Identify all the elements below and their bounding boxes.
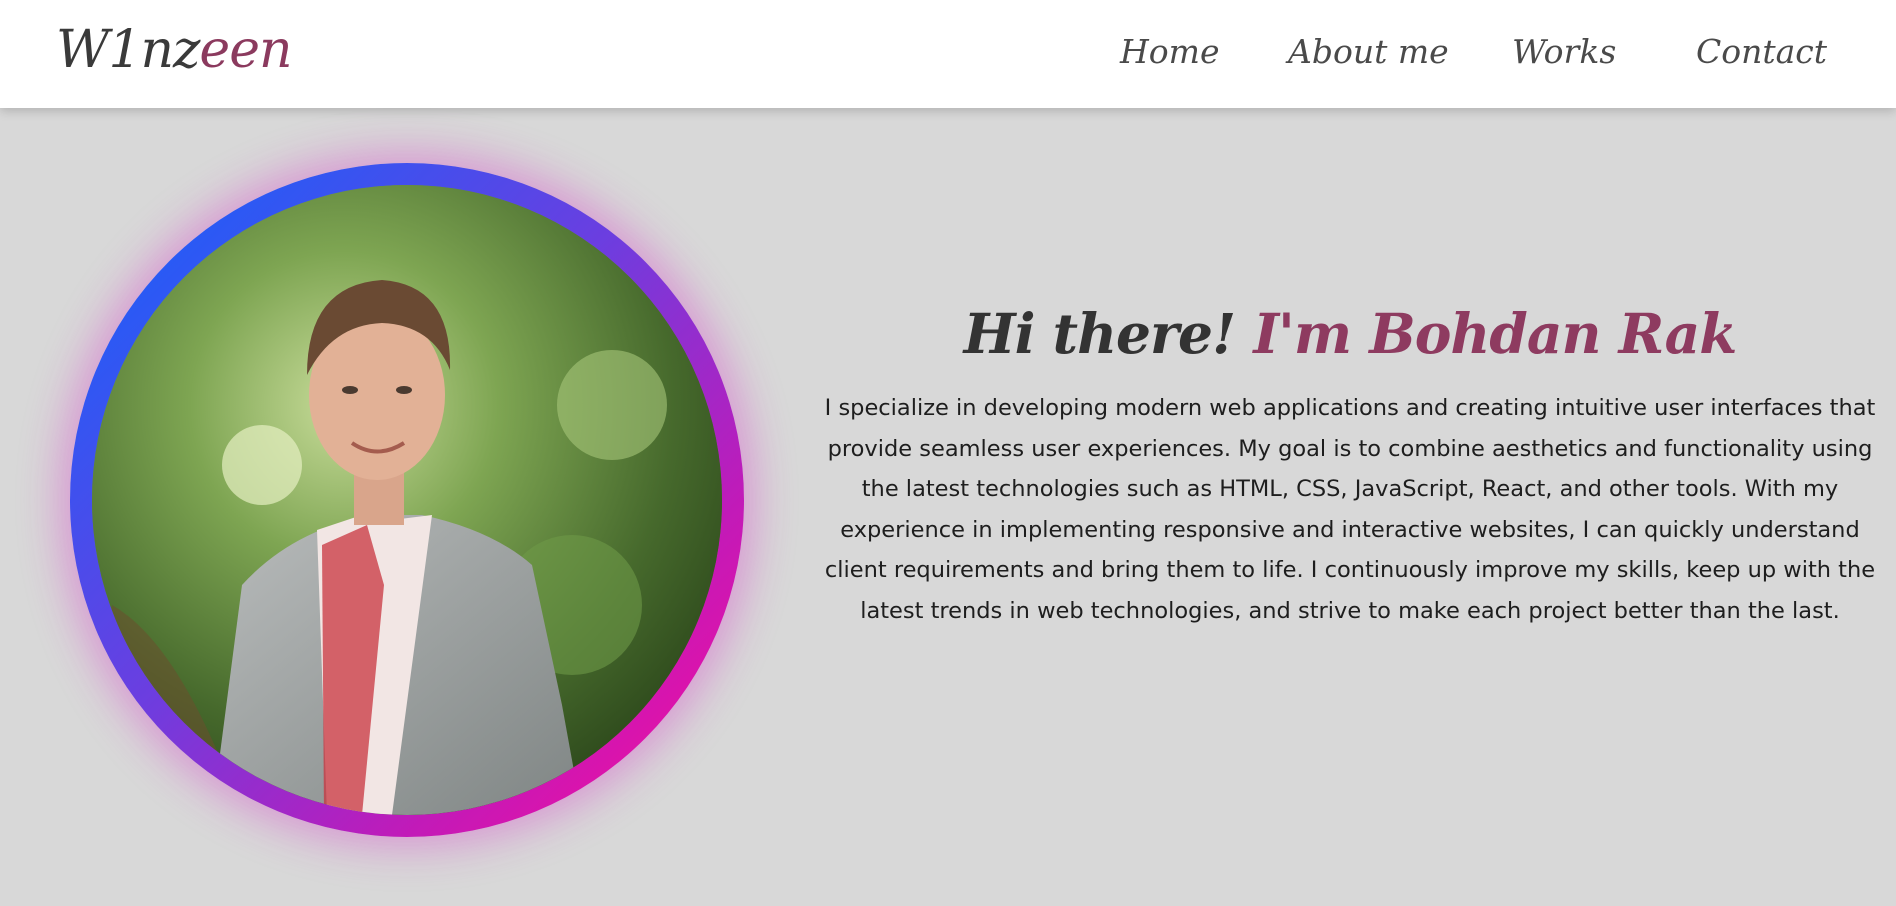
logo-accent-text: een	[199, 20, 292, 80]
intro-block: Hi there! I'm Bohdan Rak I specialize in…	[820, 298, 1880, 631]
logo-main-text: W1nz	[56, 20, 200, 80]
main-nav: Home About me Works Contact	[1100, 22, 1860, 82]
site-logo[interactable]: W1nzeen	[56, 14, 292, 86]
greeting-text: Hi there!	[963, 301, 1237, 366]
name-text: I'm Bohdan Rak	[1253, 301, 1737, 366]
nav-link-contact[interactable]: Contact	[1696, 22, 1827, 82]
hero-section: Hi there! I'm Bohdan Rak I specialize in…	[0, 108, 1896, 906]
profile-photo-ring	[70, 163, 744, 837]
nav-link-about-me[interactable]: About me	[1288, 22, 1449, 82]
nav-link-works[interactable]: Works	[1512, 22, 1616, 82]
nav-link-home[interactable]: Home	[1120, 22, 1219, 82]
profile-photo	[92, 185, 722, 815]
navbar: W1nzeen Home About me Works Contact	[0, 0, 1896, 108]
portrait-photo-icon	[92, 185, 722, 815]
hero-heading: Hi there! I'm Bohdan Rak	[820, 298, 1880, 370]
bio-paragraph: I specialize in developing modern web ap…	[824, 395, 1876, 624]
